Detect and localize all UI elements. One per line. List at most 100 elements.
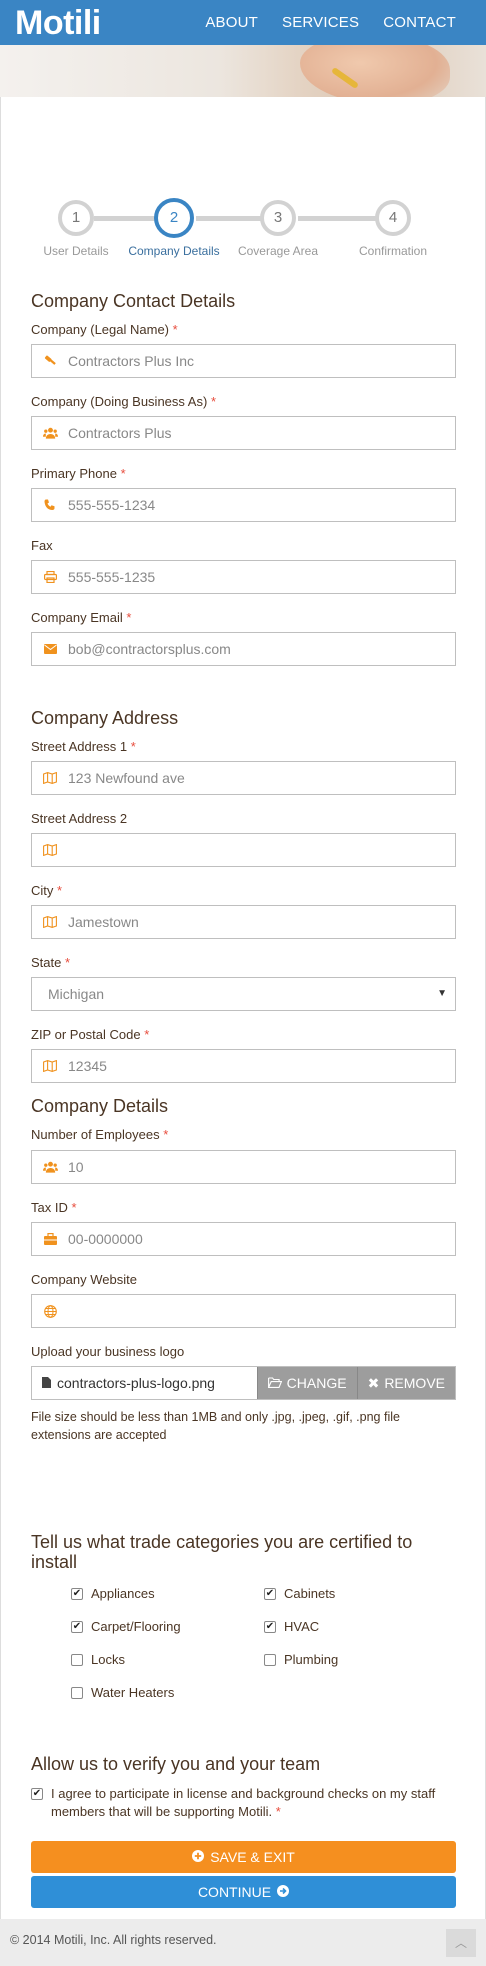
city-label: City *: [31, 883, 62, 898]
state-select[interactable]: Michigan ▼: [31, 977, 456, 1011]
legal-name-value: Contractors Plus Inc: [68, 353, 195, 369]
zip-label: ZIP or Postal Code *: [31, 1027, 149, 1042]
plus-circle-icon: [192, 1849, 205, 1865]
background-check-consent[interactable]: ✔ I agree to participate in license and …: [31, 1785, 461, 1821]
state-label: State *: [31, 955, 70, 970]
checkbox-box[interactable]: ✔: [264, 1587, 276, 1600]
nav-services-link[interactable]: SERVICES: [282, 14, 359, 31]
users-icon: [40, 1151, 60, 1183]
scroll-to-top-button[interactable]: ︿: [446, 1929, 476, 1957]
required-marker: *: [120, 466, 126, 481]
checkbox-label: Locks: [91, 1652, 125, 1667]
step-3-circle: 3: [260, 200, 296, 236]
phone-label-text: Primary Phone: [31, 466, 117, 481]
checkbox-plumbing[interactable]: Plumbing: [264, 1652, 338, 1667]
checkbox-hvac[interactable]: ✔ HVAC: [264, 1619, 319, 1634]
required-marker: *: [126, 610, 132, 625]
tax-id-value: 00-0000000: [68, 1231, 143, 1247]
hero-banner-image: [0, 45, 486, 97]
checkbox-locks[interactable]: Locks: [71, 1652, 125, 1667]
logo-upload-control: contractors-plus-logo.png CHANGE ✖ REMOV…: [31, 1366, 456, 1400]
employees-label-text: Number of Employees: [31, 1127, 160, 1142]
street1-value: 123 Newfound ave: [68, 770, 185, 786]
phone-input[interactable]: 555-555-1234: [31, 488, 456, 522]
step-2-circle: 2: [154, 198, 194, 238]
continue-button[interactable]: CONTINUE: [31, 1876, 456, 1908]
state-value: Michigan: [48, 986, 105, 1002]
legal-name-input[interactable]: Contractors Plus Inc: [31, 344, 456, 378]
street1-input[interactable]: 123 Newfound ave: [31, 761, 456, 795]
checkbox-box[interactable]: ✔: [71, 1620, 83, 1633]
nav-about-link[interactable]: ABOUT: [205, 14, 258, 31]
arrow-circle-right-icon: [277, 1884, 290, 1900]
step-1-label: User Details: [43, 244, 109, 258]
required-marker: *: [57, 883, 63, 898]
map-icon: [40, 762, 60, 794]
consent-label: I agree to participate in license and ba…: [31, 1785, 461, 1821]
step-4-label: Confirmation: [358, 244, 428, 258]
checkbox-water-heaters[interactable]: Water Heaters: [71, 1685, 174, 1700]
employees-input[interactable]: 10: [31, 1150, 456, 1184]
page-footer: © 2014 Motili, Inc. All rights reserved.…: [0, 1919, 486, 1966]
city-label-text: City: [31, 883, 54, 898]
checkbox-box[interactable]: [71, 1653, 83, 1666]
print-icon: [40, 561, 60, 593]
main-nav: ABOUT SERVICES CONTACT: [205, 0, 456, 45]
tax-id-label-text: Tax ID: [31, 1200, 68, 1215]
required-marker: *: [144, 1027, 150, 1042]
required-marker: *: [163, 1127, 169, 1142]
step-connector: [94, 216, 156, 221]
map-icon: [40, 906, 60, 938]
step-4-circle: 4: [375, 200, 411, 236]
contact-section-title: Company Contact Details: [31, 291, 236, 311]
continue-label: CONTINUE: [197, 1884, 272, 1900]
fax-label: Fax: [31, 538, 53, 553]
checkbox-label: Water Heaters: [91, 1685, 175, 1700]
tax-id-input[interactable]: 00-0000000: [31, 1222, 456, 1256]
remove-file-button[interactable]: ✖ REMOVE: [356, 1367, 455, 1399]
required-marker: *: [275, 1804, 281, 1819]
email-input[interactable]: bob@contractorsplus.com: [31, 632, 456, 666]
legal-name-label: Company (Legal Name) *: [31, 322, 178, 337]
street1-label-text: Street Address 1: [31, 739, 128, 754]
trades-section-title: Tell us what trade categories you are ce…: [31, 1532, 413, 1572]
dropdown-caret-icon: ▼: [437, 988, 447, 999]
change-file-button[interactable]: CHANGE: [256, 1367, 357, 1399]
step-connector: [298, 216, 378, 221]
upload-filename-box: contractors-plus-logo.png: [32, 1367, 257, 1399]
phone-label: Primary Phone *: [31, 466, 126, 481]
dba-value: Contractors Plus: [68, 425, 172, 441]
progress-stepper: 1 2 3 4 User Details Company Details Cov…: [0, 196, 486, 266]
address-section-title: Company Address: [31, 708, 179, 728]
city-input[interactable]: Jamestown: [31, 905, 456, 939]
nav-contact-link[interactable]: CONTACT: [383, 14, 456, 31]
motili-logo[interactable]: Motili: [15, 3, 101, 43]
briefcase-icon: [40, 1223, 60, 1255]
checkbox-box[interactable]: ✔: [71, 1587, 83, 1600]
street2-input[interactable]: [31, 833, 456, 867]
step-1-circle: 1: [58, 200, 94, 236]
save-exit-button[interactable]: SAVE & EXIT: [31, 1841, 456, 1873]
street2-label: Street Address 2: [31, 811, 128, 826]
checkbox-cabinets[interactable]: ✔ Cabinets: [264, 1586, 335, 1601]
street1-label: Street Address 1 *: [31, 739, 136, 754]
website-input[interactable]: [31, 1294, 456, 1328]
checkbox-box[interactable]: [71, 1686, 83, 1699]
consent-checkbox[interactable]: ✔: [31, 1788, 43, 1800]
checkbox-appliances[interactable]: ✔ Appliances: [71, 1586, 155, 1601]
checkbox-carpet-flooring[interactable]: ✔ Carpet/Flooring: [71, 1619, 181, 1634]
checkbox-box[interactable]: [264, 1653, 276, 1666]
step-2-label: Company Details: [128, 244, 220, 258]
email-label: Company Email *: [31, 610, 131, 625]
users-icon: [40, 417, 60, 449]
map-icon: [40, 1050, 60, 1082]
zip-input[interactable]: 12345: [31, 1049, 456, 1083]
change-button-label: CHANGE: [286, 1375, 347, 1391]
step-3-label: Coverage Area: [237, 244, 319, 258]
phone-icon: [40, 489, 60, 521]
fax-input[interactable]: 555-555-1235: [31, 560, 456, 594]
required-marker: *: [71, 1200, 77, 1215]
checkbox-box[interactable]: ✔: [264, 1620, 276, 1633]
chevron-up-icon: ︿: [454, 1936, 467, 1950]
dba-input[interactable]: Contractors Plus: [31, 416, 456, 450]
